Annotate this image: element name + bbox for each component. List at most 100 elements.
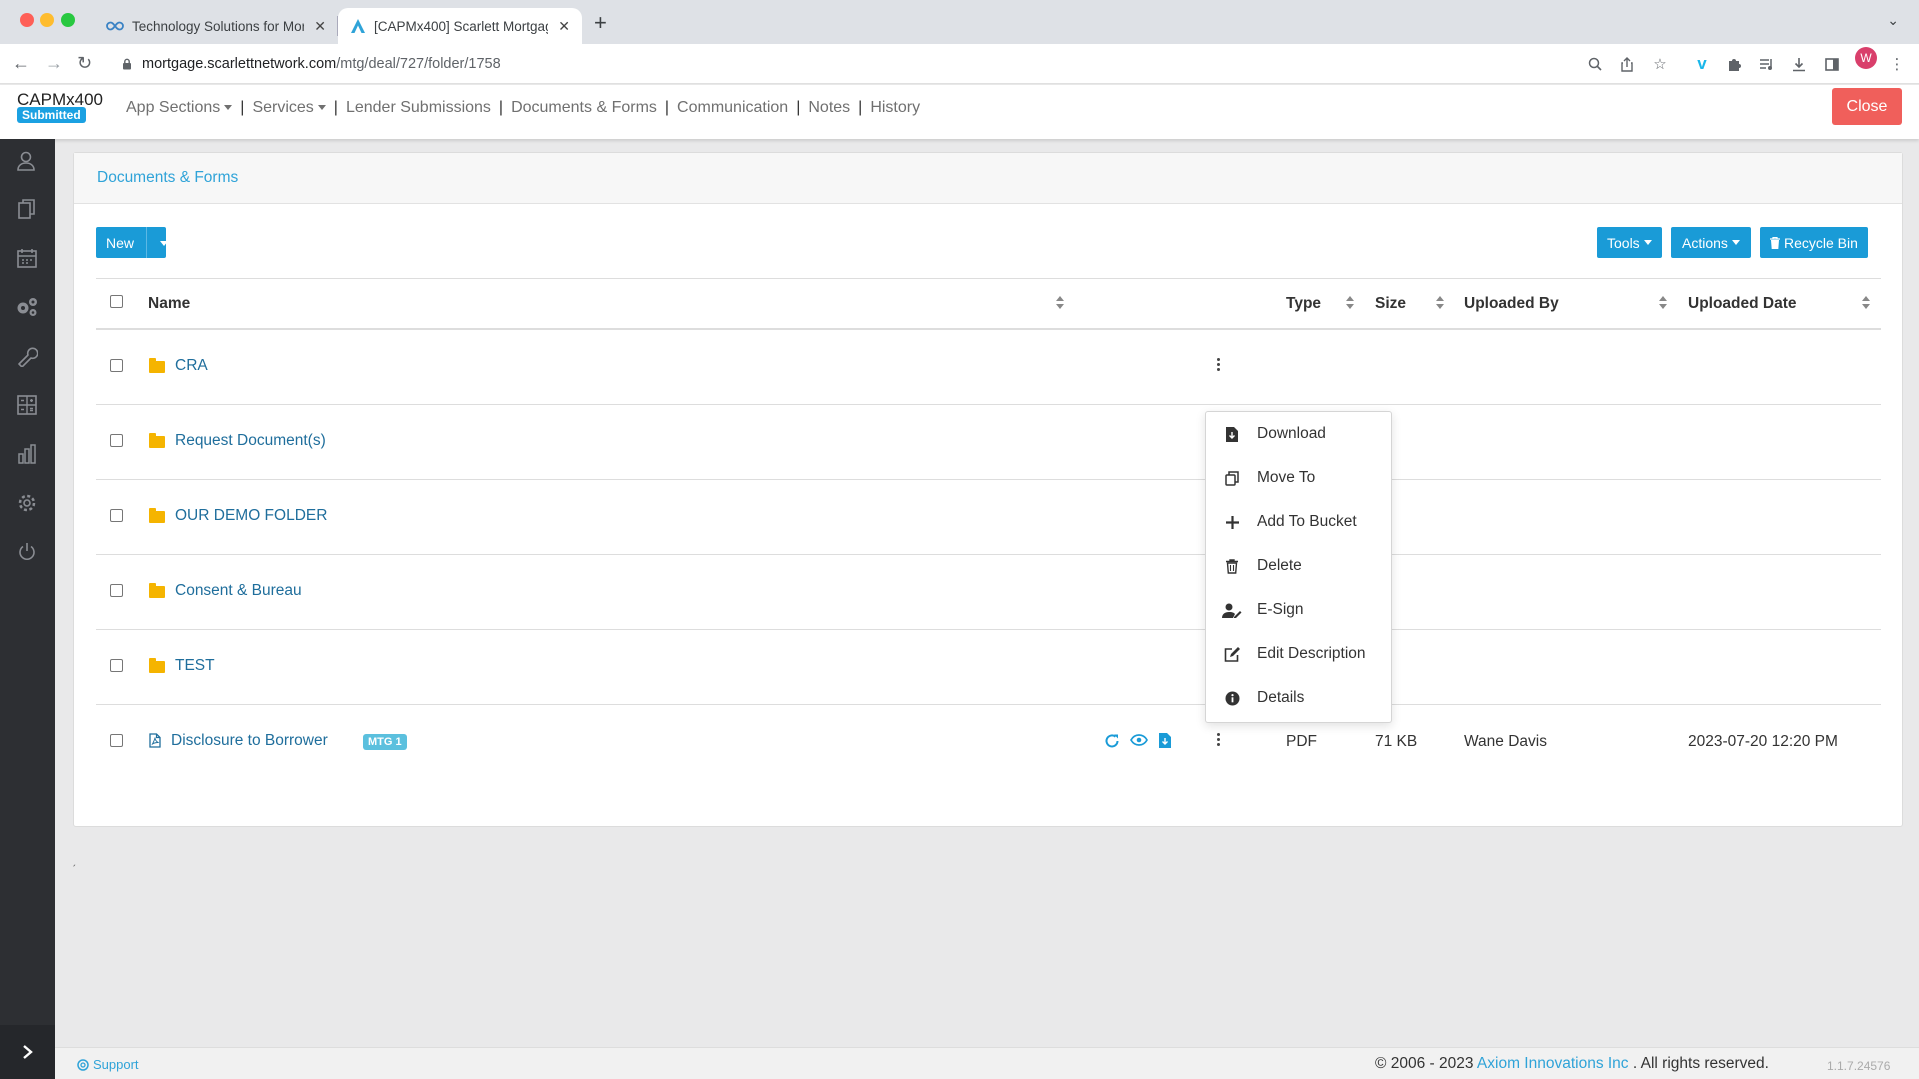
menu-item-move-to[interactable]: Move To — [1206, 456, 1391, 500]
nav-documents-forms[interactable]: Documents & Forms — [509, 99, 659, 117]
nav-services-label: Services — [252, 99, 314, 116]
back-icon[interactable]: ← — [12, 53, 30, 74]
gears-icon[interactable] — [15, 295, 39, 319]
close-button[interactable]: Close — [1832, 88, 1902, 125]
sidebar-expand-button[interactable] — [0, 1025, 55, 1079]
profile-avatar[interactable]: W — [1855, 47, 1877, 69]
folder-link[interactable]: OUR DEMO FOLDER — [175, 507, 327, 525]
column-uploaded-date[interactable]: Uploaded Date — [1688, 295, 1797, 313]
row-checkbox[interactable] — [110, 359, 123, 372]
folder-icon — [149, 658, 165, 673]
file-link[interactable]: Disclosure to Borrower — [171, 732, 328, 750]
row-checkbox[interactable] — [110, 584, 123, 597]
copyright-prefix: © 2006 - 2023 — [1375, 1055, 1474, 1072]
side-panel-icon[interactable] — [1822, 54, 1842, 74]
folder-link[interactable]: CRA — [175, 357, 208, 375]
share-icon[interactable] — [1617, 54, 1637, 74]
column-type[interactable]: Type — [1286, 295, 1321, 313]
row-menu-icon[interactable] — [1217, 358, 1221, 372]
browser-tab-capmx400[interactable]: [CAPMx400] Scarlett Mortgage ✕ — [338, 8, 582, 44]
sort-name-icon[interactable] — [1056, 296, 1064, 310]
new-button[interactable]: New — [96, 227, 148, 258]
folder-link[interactable]: Request Document(s) — [175, 432, 326, 450]
calculator-icon[interactable] — [15, 393, 39, 417]
nav-services[interactable]: Services — [250, 99, 327, 117]
table-row[interactable]: OUR DEMO FOLDER — [96, 480, 1881, 555]
left-sidebar — [0, 139, 55, 1079]
forward-icon[interactable]: → — [45, 53, 63, 74]
window-close-button[interactable] — [20, 13, 34, 27]
view-eye-icon[interactable] — [1130, 733, 1148, 747]
folder-link[interactable]: TEST — [175, 657, 215, 675]
reading-list-icon[interactable] — [1756, 54, 1776, 74]
table-row[interactable]: Disclosure to Borrower MTG 1 PDF 71 KB W… — [96, 705, 1881, 780]
menu-item-download[interactable]: Download — [1206, 412, 1391, 456]
bar-chart-icon[interactable] — [15, 442, 39, 466]
row-checkbox[interactable] — [110, 734, 123, 747]
sort-uploaded-date-icon[interactable] — [1862, 296, 1870, 310]
company-link[interactable]: Axiom Innovations Inc — [1477, 1055, 1629, 1072]
plus-icon — [1220, 515, 1244, 529]
documents-icon[interactable] — [15, 197, 39, 221]
menu-item-details[interactable]: Details — [1206, 676, 1391, 720]
sort-type-icon[interactable] — [1346, 296, 1354, 310]
nav-app-sections[interactable]: App Sections — [124, 99, 234, 117]
table-row[interactable]: CRA — [96, 330, 1881, 405]
nav-communication[interactable]: Communication — [675, 99, 790, 117]
copy-icon — [1220, 470, 1244, 486]
nav-separator: | — [664, 99, 670, 116]
wrench-icon[interactable] — [15, 344, 39, 368]
reload-icon[interactable]: ↻ — [77, 53, 92, 74]
menu-item-edit-description[interactable]: Edit Description — [1206, 632, 1391, 676]
nav-lender-submissions[interactable]: Lender Submissions — [344, 99, 493, 117]
close-tab-icon[interactable]: ✕ — [314, 18, 326, 35]
window-zoom-button[interactable] — [61, 13, 75, 27]
calendar-icon[interactable] — [15, 246, 39, 270]
user-icon[interactable] — [15, 149, 39, 173]
nav-app-sections-label: App Sections — [126, 99, 221, 116]
vimeo-extension-icon[interactable]: v — [1692, 54, 1712, 74]
browser-tab-technology[interactable]: Technology Solutions for Mortgage ✕ — [94, 8, 338, 44]
column-name[interactable]: Name — [148, 295, 190, 313]
extensions-puzzle-icon[interactable] — [1724, 54, 1744, 74]
sort-size-icon[interactable] — [1436, 296, 1444, 310]
new-tab-button[interactable]: + — [594, 10, 607, 36]
file-uploaded-by: Wane Davis — [1464, 733, 1547, 750]
bookmark-star-icon[interactable]: ☆ — [1650, 54, 1670, 74]
menu-item-add-to-bucket[interactable]: Add To Bucket — [1206, 500, 1391, 544]
menu-item-delete[interactable]: Delete — [1206, 544, 1391, 588]
row-menu-icon[interactable] — [1217, 733, 1221, 747]
row-checkbox[interactable] — [110, 434, 123, 447]
new-dropdown-toggle[interactable] — [147, 235, 177, 251]
url-field[interactable]: mortgage.scarlettnetwork.com/mtg/deal/72… — [112, 50, 1636, 78]
nav-separator: | — [796, 99, 801, 116]
row-checkbox[interactable] — [110, 509, 123, 522]
nav-history[interactable]: History — [868, 99, 922, 117]
zoom-icon[interactable] — [1585, 54, 1605, 74]
column-uploaded-by[interactable]: Uploaded By — [1464, 295, 1559, 313]
table-row[interactable]: TEST — [96, 630, 1881, 705]
menu-item-e-sign[interactable]: E-Sign — [1206, 588, 1391, 632]
download-icon[interactable] — [1789, 54, 1809, 74]
window-minimize-button[interactable] — [40, 13, 54, 27]
actions-button[interactable]: Actions — [1671, 227, 1751, 258]
folder-link[interactable]: Consent & Bureau — [175, 582, 302, 600]
nav-notes[interactable]: Notes — [806, 99, 852, 117]
power-icon[interactable] — [15, 540, 39, 564]
settings-icon[interactable] — [15, 491, 39, 515]
close-tab-icon[interactable]: ✕ — [558, 18, 570, 35]
file-download-icon[interactable] — [1159, 733, 1171, 748]
refresh-icon[interactable] — [1104, 733, 1120, 749]
table-row[interactable]: Consent & Bureau — [96, 555, 1881, 630]
row-checkbox[interactable] — [110, 659, 123, 672]
select-all-checkbox[interactable] — [110, 295, 123, 308]
column-size[interactable]: Size — [1375, 295, 1406, 313]
sort-uploaded-by-icon[interactable] — [1659, 296, 1667, 310]
browser-menu-icon[interactable]: ⋮ — [1887, 54, 1907, 74]
tab-search-icon[interactable]: ⌄ — [1887, 12, 1899, 29]
caret-down-icon — [1731, 240, 1740, 245]
support-link[interactable]: Support — [77, 1057, 139, 1072]
recycle-bin-button[interactable]: Recycle Bin — [1760, 227, 1868, 258]
table-row[interactable]: Request Document(s) — [96, 405, 1881, 480]
tools-button[interactable]: Tools — [1597, 227, 1662, 258]
